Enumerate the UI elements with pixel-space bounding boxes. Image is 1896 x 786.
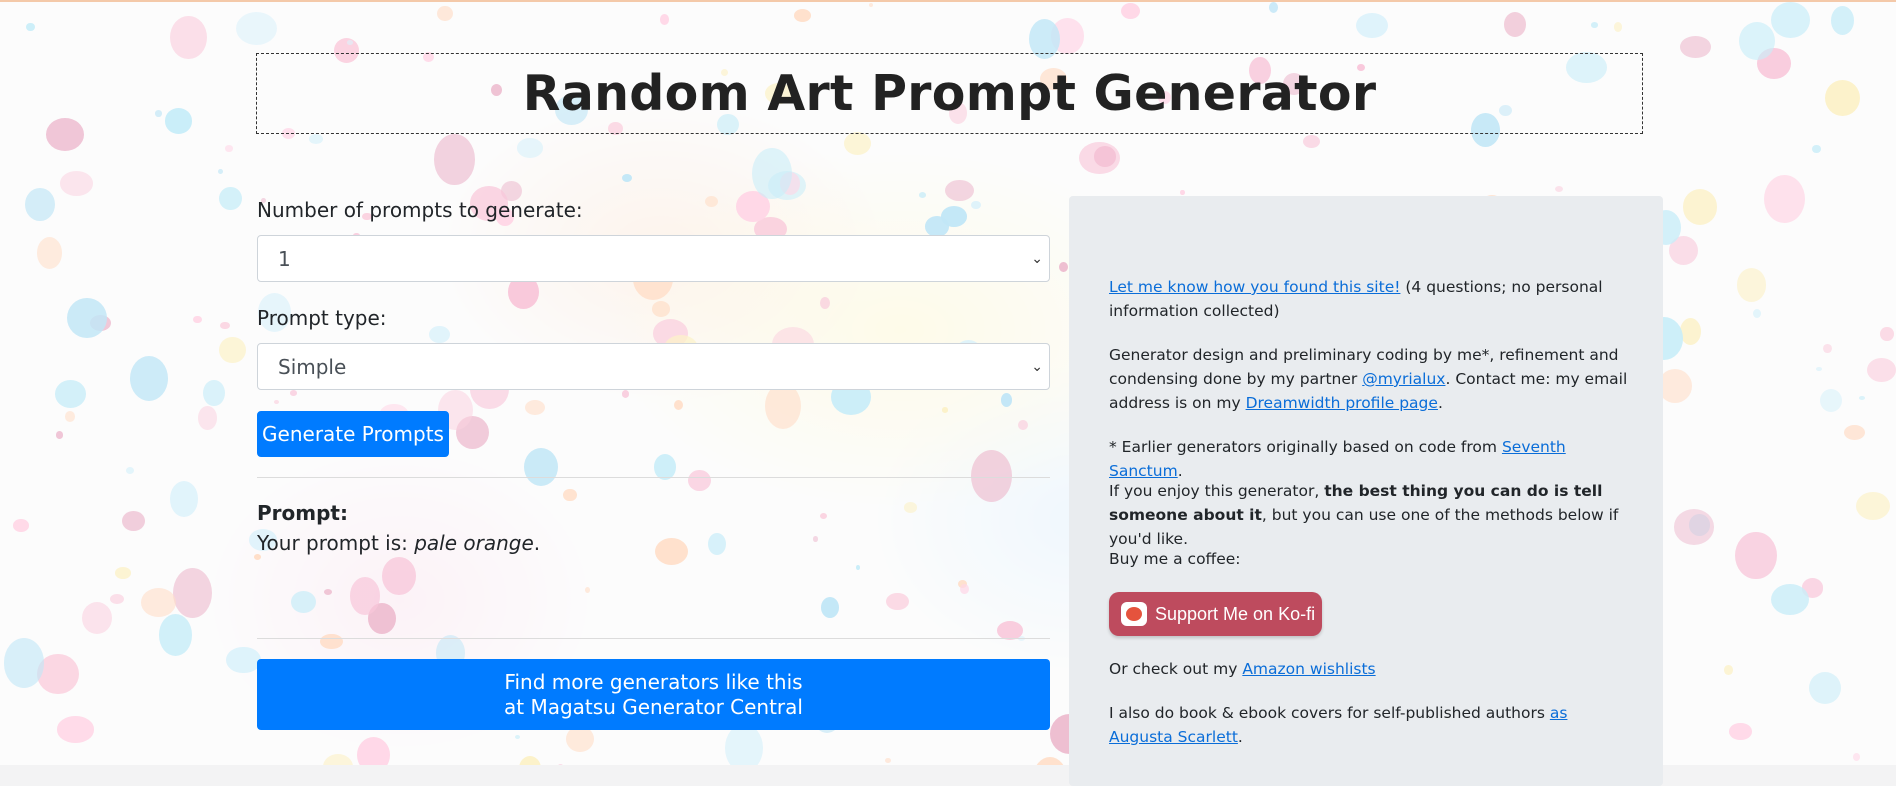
prompt-suffix: . xyxy=(533,531,541,555)
prompt-prefix: Your prompt is: xyxy=(257,531,415,555)
type-select[interactable]: Simple ⌄ xyxy=(257,343,1050,390)
type-select-value: Simple xyxy=(278,354,347,379)
prompt-heading: Prompt: xyxy=(257,501,348,525)
survey-paragraph: Let me know how you found this site! (4 … xyxy=(1109,275,1629,323)
covers-end: . xyxy=(1237,728,1243,746)
dreamwidth-link[interactable]: Dreamwidth profile page xyxy=(1246,394,1438,412)
amazon-wishlist-link[interactable]: Amazon wishlists xyxy=(1242,660,1375,678)
coffee-text: Buy me a coffee: xyxy=(1109,550,1241,568)
earlier-end: . xyxy=(1177,462,1183,480)
wishlist-paragraph: Or check out my Amazon wishlists xyxy=(1109,657,1629,681)
more-generators-line1: Find more generators like this xyxy=(504,669,803,694)
chevron-down-icon: ⌄ xyxy=(1031,358,1043,375)
divider xyxy=(257,638,1050,639)
chevron-down-icon: ⌄ xyxy=(1031,250,1043,267)
type-label: Prompt type: xyxy=(257,306,387,330)
divider xyxy=(257,477,1050,478)
more-generators-button[interactable]: Find more generators like this at Magats… xyxy=(257,659,1050,730)
kofi-button[interactable]: Support Me on Ko-fi xyxy=(1109,592,1322,636)
info-sidebar: Let me know how you found this site! (4 … xyxy=(1069,196,1663,786)
enjoy-paragraph: If you enjoy this generator, the best th… xyxy=(1109,479,1629,551)
top-accent-line xyxy=(0,0,1896,2)
covers-paragraph: I also do book & ebook covers for self-p… xyxy=(1109,701,1629,749)
generate-prompts-button[interactable]: Generate Prompts xyxy=(257,411,449,457)
count-select-value: 1 xyxy=(278,246,291,271)
count-select[interactable]: 1 ⌄ xyxy=(257,235,1050,282)
title-box: Random Art Prompt Generator xyxy=(256,53,1643,134)
earlier-paragraph: * Earlier generators originally based on… xyxy=(1109,435,1629,483)
credits-paragraph: Generator design and preliminary coding … xyxy=(1109,343,1629,415)
enjoy-text: If you enjoy this generator, xyxy=(1109,482,1325,500)
count-label: Number of prompts to generate: xyxy=(257,198,583,222)
page-title: Random Art Prompt Generator xyxy=(522,65,1377,122)
myrialux-link[interactable]: @myrialux xyxy=(1362,370,1445,388)
wishlist-text: Or check out my xyxy=(1109,660,1243,678)
more-generators-line2: at Magatsu Generator Central xyxy=(504,694,803,719)
kofi-cup-icon xyxy=(1121,602,1147,626)
credits-end: . xyxy=(1437,394,1443,412)
prompt-value: pale orange xyxy=(414,531,534,555)
kofi-label: Support Me on Ko-fi xyxy=(1155,603,1316,624)
prompt-result: Your prompt is: pale orange. xyxy=(257,531,540,555)
survey-link[interactable]: Let me know how you found this site! xyxy=(1109,278,1400,296)
earlier-text: * Earlier generators originally based on… xyxy=(1109,438,1502,456)
covers-text: I also do book & ebook covers for self-p… xyxy=(1109,704,1550,722)
